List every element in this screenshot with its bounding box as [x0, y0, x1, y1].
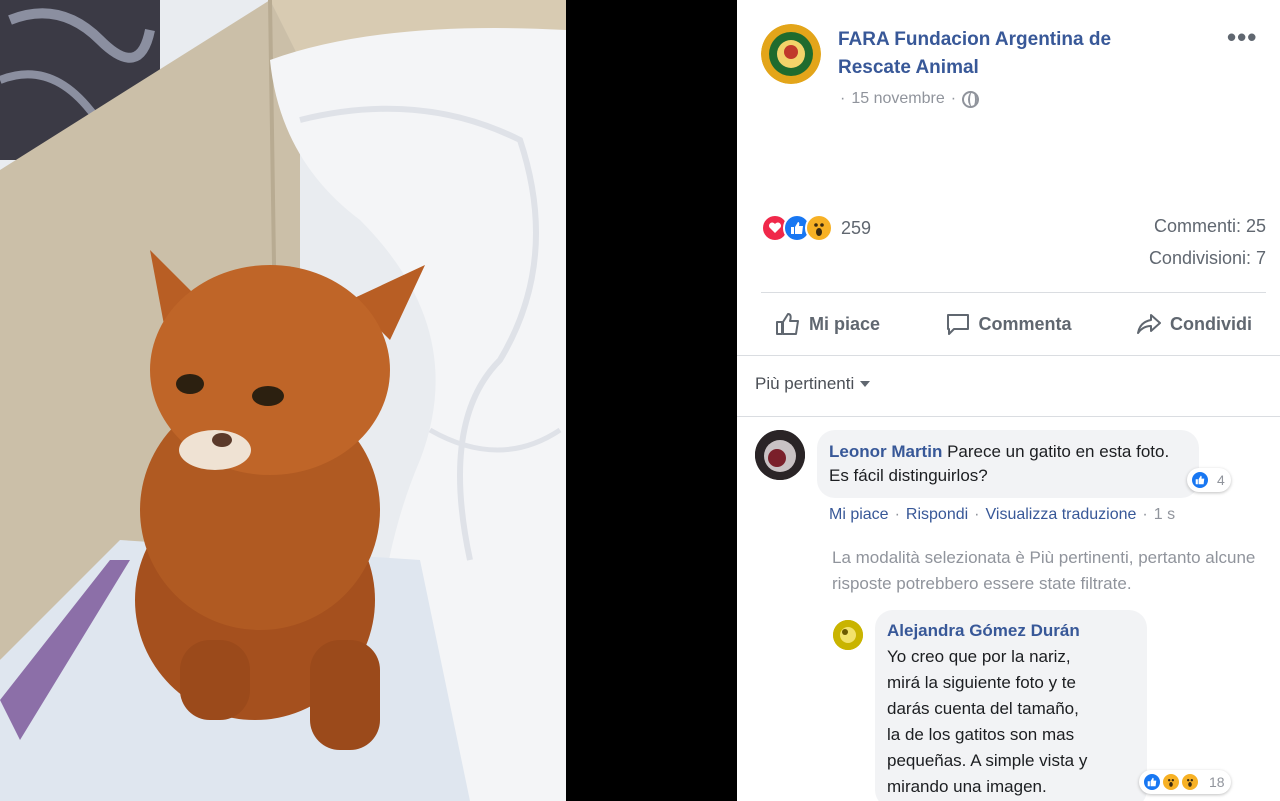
thumbs-up-icon: [776, 313, 799, 335]
wow-reaction-icon: [1180, 772, 1200, 792]
post-photo[interactable]: [0, 0, 566, 801]
reply-bubble: Alejandra Gómez Durán Yo creo que por la…: [875, 610, 1147, 801]
share-button-label: Condividi: [1169, 313, 1252, 334]
meta-separator: ·: [950, 90, 957, 107]
post-meta: · 15 novembre ·: [840, 90, 980, 108]
comment-icon: [946, 314, 969, 335]
see-translation-link[interactable]: Visualizza traduzione: [986, 506, 1137, 524]
post-date[interactable]: 15 novembre: [851, 90, 944, 108]
reply-text-line: pequeñas. A simple vista y: [887, 751, 1088, 770]
divider: [737, 355, 1280, 356]
like-button-label: Mi piace: [809, 313, 881, 334]
more-options-icon[interactable]: •••: [1227, 24, 1257, 50]
globe-icon: [962, 90, 980, 108]
avatar-image: [833, 620, 863, 650]
comments-count-link[interactable]: Commenti: 25: [1154, 216, 1266, 237]
post-actions-bar: Mi piace Commenta Condividi: [761, 300, 1266, 348]
commenter-avatar[interactable]: [755, 430, 805, 480]
reaction-count: 259: [841, 217, 872, 238]
kitten-photo: [0, 0, 566, 801]
reply-text-line: mirá la siguiente foto y te: [887, 673, 1076, 692]
wow-reaction-icon: [1161, 772, 1181, 792]
meta-separator: ·: [840, 90, 846, 107]
comment-reactions-badge[interactable]: 4: [1187, 468, 1231, 492]
comment-reply-link[interactable]: Rispondi: [906, 506, 968, 524]
wow-reaction-icon: [805, 214, 833, 242]
post-sidebar: FARA Fundacion Argentina de Rescate Anim…: [737, 0, 1280, 801]
comment-like-link[interactable]: Mi piace: [829, 506, 889, 524]
filter-notice: La modalità selezionata è Più pertinenti…: [832, 548, 1256, 593]
shares-count-link[interactable]: Condivisioni: 7: [1149, 248, 1266, 269]
comment-button[interactable]: Commenta: [931, 312, 1086, 336]
comment-actions: Mi piace · Rispondi · Visualizza traduzi…: [829, 506, 1175, 524]
comment-author-link[interactable]: Leonor Martin: [829, 442, 942, 461]
avatar-image: [755, 430, 805, 480]
divider: [737, 416, 1280, 417]
caret-down-icon: [860, 381, 871, 387]
reply-reaction-count: 18: [1209, 774, 1225, 790]
share-button[interactable]: Condividi: [1122, 312, 1266, 336]
page-name-link[interactable]: FARA Fundacion Argentina de Rescate Anim…: [838, 26, 1178, 82]
reply-text-line: Yo creo que por la nariz,: [887, 647, 1071, 666]
reply-text-line: mirando una imagen.: [887, 777, 1047, 796]
comment-time[interactable]: 1 s: [1154, 506, 1175, 524]
reply-reactions-badge[interactable]: 18: [1139, 770, 1231, 794]
fara-logo-icon: [761, 24, 821, 84]
reply-author-link[interactable]: Alejandra Gómez Durán: [887, 618, 1135, 644]
page-avatar[interactable]: [761, 24, 821, 84]
divider: [761, 292, 1266, 293]
comment-bubble: Leonor Martin Parece un gatito en esta f…: [817, 430, 1199, 498]
reply-author-avatar[interactable]: [833, 620, 863, 650]
sort-label: Più pertinenti: [755, 374, 855, 393]
like-reaction-icon: [1190, 470, 1210, 490]
link-separator: ·: [974, 506, 980, 523]
lightbox-background: [566, 0, 737, 801]
reply-text-line: la de los gatitos son mas: [887, 725, 1075, 744]
reactions-summary[interactable]: 259: [761, 214, 871, 242]
comment-reaction-count: 4: [1217, 472, 1225, 488]
link-separator: ·: [1142, 506, 1148, 523]
reply-text-line: darás cuenta del tamaño,: [887, 699, 1079, 718]
comment-button-label: Commenta: [978, 313, 1072, 334]
comment-sort-dropdown[interactable]: Più pertinenti: [755, 374, 871, 394]
share-icon: [1136, 314, 1161, 334]
like-reaction-icon: [1142, 772, 1162, 792]
link-separator: ·: [894, 506, 900, 523]
like-button[interactable]: Mi piace: [761, 312, 894, 336]
